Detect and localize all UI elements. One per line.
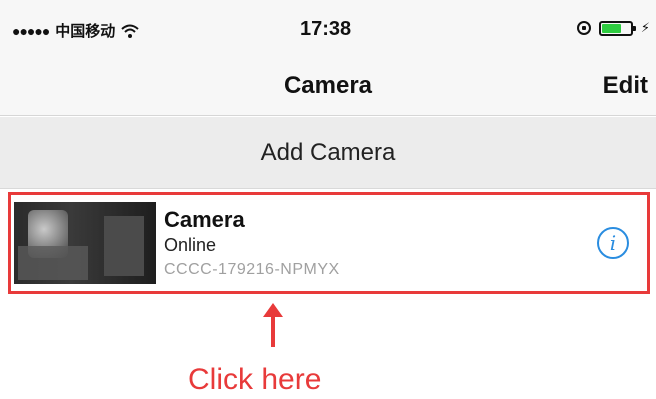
- edit-button[interactable]: Edit: [603, 72, 648, 100]
- thumbnail-background: [104, 216, 144, 276]
- camera-list-item[interactable]: Camera Online CCCC-179216-NPMYX i: [8, 192, 650, 294]
- charging-icon: ⚡: [640, 20, 650, 35]
- wifi-icon: [121, 24, 139, 38]
- camera-thumbnail: [14, 202, 156, 284]
- add-camera-button[interactable]: Add Camera: [0, 117, 656, 189]
- status-left: ●●●●● 中国移动: [12, 20, 139, 41]
- info-icon[interactable]: i: [597, 227, 629, 259]
- signal-strength-icon: ●●●●●: [12, 22, 50, 39]
- arrow-up-icon: [263, 303, 283, 347]
- status-right: ⚡: [576, 20, 650, 36]
- battery-level: [601, 23, 622, 33]
- camera-name: Camera: [164, 207, 245, 232]
- navigation-bar: Camera Edit: [0, 58, 656, 116]
- thumbnail-shadow: [18, 246, 88, 280]
- page-title: Camera: [283, 72, 373, 99]
- click-here-annotation: Click here: [188, 363, 322, 396]
- battery-icon: [598, 20, 636, 36]
- rotation-lock-icon: [576, 21, 591, 35]
- camera-uid: CCCC-179216-NPMYX: [164, 261, 340, 278]
- status-bar: ●●●●● 中国移动 17:38 ⚡: [0, 0, 656, 58]
- carrier-label: 中国移动: [55, 22, 116, 40]
- camera-status: Online: [164, 235, 217, 255]
- clock: 17:38: [300, 18, 352, 40]
- add-camera-label: Add Camera: [260, 138, 396, 166]
